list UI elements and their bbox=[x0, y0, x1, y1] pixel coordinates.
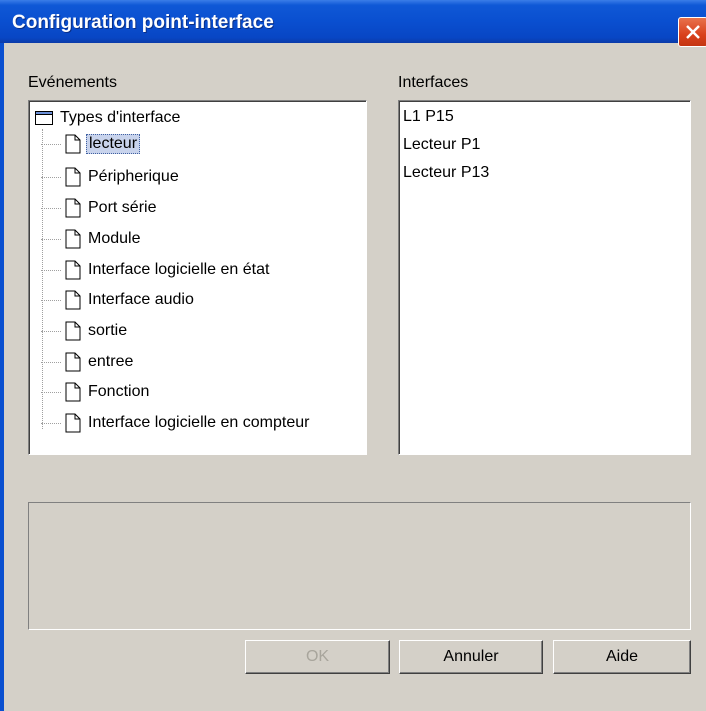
document-icon bbox=[65, 198, 81, 218]
tree-root-label: Types d'interface bbox=[60, 109, 181, 126]
dialog-window: Configuration point-interface Evénements… bbox=[0, 0, 706, 711]
tree-item-peripherique[interactable]: Péripherique bbox=[41, 166, 181, 188]
tree-item-interface-logicielle-etat[interactable]: Interface logicielle en état bbox=[41, 259, 271, 281]
window-frame-left bbox=[0, 43, 4, 711]
document-icon bbox=[65, 352, 81, 372]
close-button[interactable] bbox=[678, 17, 706, 47]
tree-root-node[interactable]: Types d'interface bbox=[35, 107, 182, 129]
tree-item-lecteur[interactable]: lecteur bbox=[41, 133, 141, 155]
tree-item-label: entree bbox=[88, 353, 134, 370]
title-bar[interactable]: Configuration point-interface bbox=[0, 0, 706, 43]
document-icon bbox=[65, 167, 81, 187]
tree-item-fonction[interactable]: Fonction bbox=[41, 381, 151, 403]
document-icon bbox=[65, 290, 81, 310]
help-button[interactable]: Aide bbox=[553, 640, 691, 674]
tree-item-label: Fonction bbox=[88, 383, 150, 400]
document-icon bbox=[65, 260, 81, 280]
events-tree[interactable]: Types d'interface lecteur Péripherique P… bbox=[28, 100, 367, 455]
tree-item-label: Interface logicielle en état bbox=[88, 261, 270, 278]
events-label: Evénements bbox=[28, 74, 117, 91]
interfaces-list[interactable]: L1 P15 Lecteur P1 Lecteur P13 bbox=[398, 100, 691, 455]
tree-item-interface-logicielle-compteur[interactable]: Interface logicielle en compteur bbox=[41, 412, 311, 434]
interfaces-label: Interfaces bbox=[398, 74, 469, 91]
tree-item-sortie[interactable]: sortie bbox=[41, 320, 129, 342]
tree-item-port-serie[interactable]: Port série bbox=[41, 197, 158, 219]
tree-item-label: lecteur bbox=[86, 134, 141, 154]
ok-button[interactable]: OK bbox=[245, 640, 390, 674]
document-icon bbox=[65, 382, 81, 402]
list-item[interactable]: Lecteur P1 bbox=[403, 136, 480, 154]
tree-item-label: sortie bbox=[88, 322, 128, 339]
cancel-button[interactable]: Annuler bbox=[399, 640, 543, 674]
folder-icon bbox=[35, 111, 53, 125]
message-area bbox=[28, 502, 691, 630]
tree-item-interface-audio[interactable]: Interface audio bbox=[41, 289, 196, 311]
tree-item-label: Module bbox=[88, 230, 141, 247]
document-icon bbox=[65, 229, 81, 249]
tree-item-label: Interface logicielle en compteur bbox=[88, 414, 310, 431]
tree-item-label: Interface audio bbox=[88, 291, 194, 308]
close-icon bbox=[686, 25, 700, 39]
tree-item-module[interactable]: Module bbox=[41, 228, 142, 250]
document-icon bbox=[65, 321, 81, 341]
list-item[interactable]: Lecteur P13 bbox=[403, 164, 489, 182]
document-icon bbox=[65, 413, 81, 433]
window-title: Configuration point-interface bbox=[12, 12, 274, 33]
tree-item-label: Port série bbox=[88, 199, 157, 216]
tree-item-label: Péripherique bbox=[88, 168, 179, 185]
tree-item-entree[interactable]: entree bbox=[41, 351, 135, 373]
document-icon bbox=[65, 134, 81, 154]
list-item[interactable]: L1 P15 bbox=[403, 108, 454, 126]
